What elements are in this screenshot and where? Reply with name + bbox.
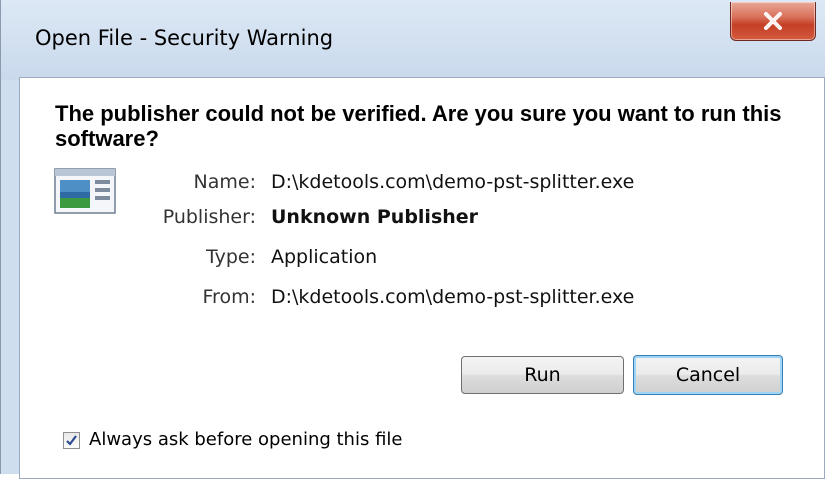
checkmark-icon [66, 435, 77, 446]
name-value: D:\kdetools.com\demo-pst-splitter.exe [271, 171, 635, 193]
type-value: Application [271, 246, 378, 268]
always-ask-label[interactable]: Always ask before opening this file [89, 429, 402, 450]
window-title: Open File - Security Warning [35, 26, 334, 50]
publisher-value: Unknown Publisher [271, 206, 479, 228]
dialog-window: Open File - Security Warning The publish… [0, 0, 825, 479]
from-value: D:\kdetools.com\demo-pst-splitter.exe [271, 286, 635, 308]
warning-headline: The publisher could not be verified. Are… [55, 101, 782, 151]
publisher-label: Publisher: [162, 206, 256, 228]
name-label: Name: [193, 171, 256, 193]
cancel-button[interactable]: Cancel [633, 355, 783, 395]
application-icon [54, 168, 116, 214]
always-ask-checkbox[interactable] [63, 432, 80, 449]
from-label: From: [202, 286, 256, 308]
run-button[interactable]: Run [461, 356, 624, 394]
close-icon [764, 12, 782, 30]
close-button[interactable] [730, 2, 816, 41]
type-label: Type: [205, 246, 256, 268]
title-bar[interactable]: Open File - Security Warning [1, 0, 825, 80]
